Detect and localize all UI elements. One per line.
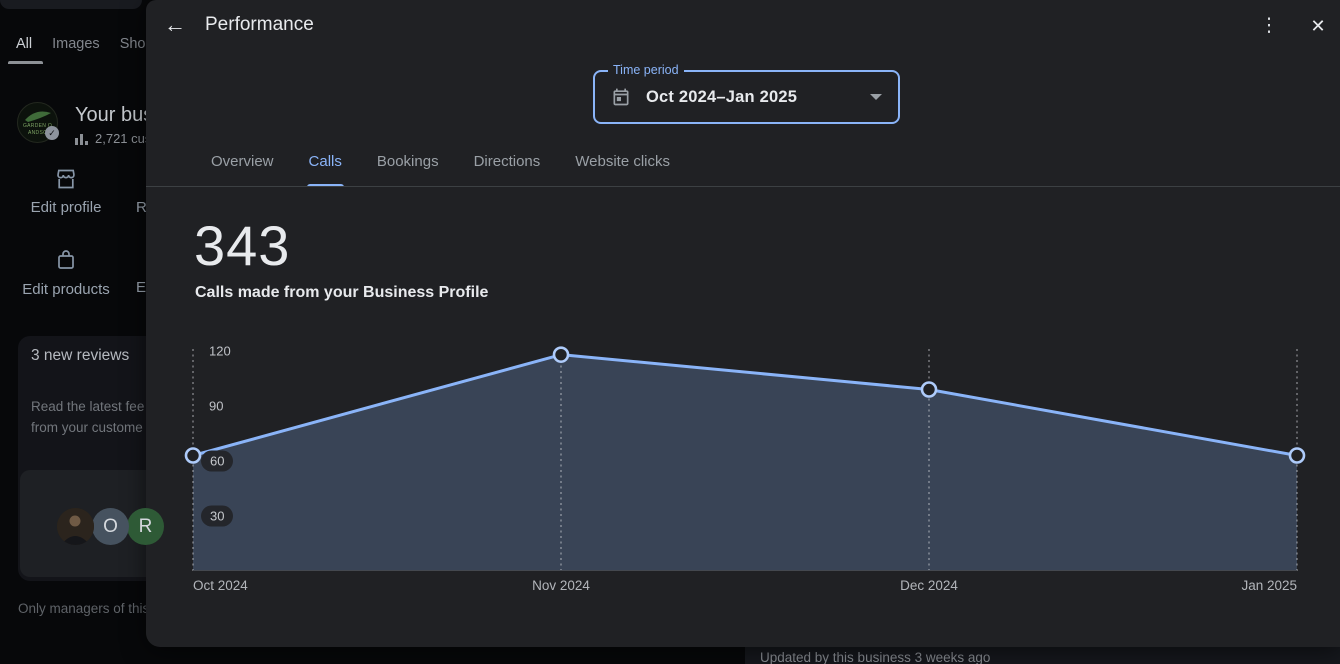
reviewer-avatar-initial-r: R [127,508,164,545]
edit-products-button[interactable]: Edit products [0,248,132,298]
search-result-tabs: All Images Sho [16,36,146,52]
area-fill [193,355,1297,571]
metric-total: 343 [194,213,290,278]
updated-note-card: Updated by this business 3 weeks ago [745,646,1340,664]
performance-dialog: ← Performance ⋮ ✕ Time period Oct 2024–J… [146,0,1340,647]
time-period-label: Time period [608,63,684,77]
more-menu-button[interactable]: ⋮ [1255,11,1283,41]
y-tick-60: 60 [201,451,233,472]
edit-products-label: Edit products [22,281,110,298]
y-tick-120: 120 [209,344,231,359]
time-period-select[interactable]: Time period Oct 2024–Jan 2025 [593,70,900,124]
reviews-body-line1: Read the latest fee [31,396,144,417]
shopping-bag-icon [54,248,78,272]
close-button[interactable]: ✕ [1304,11,1332,41]
x-label-dec: Dec 2024 [864,578,994,593]
calls-chart: 120 90 60 30 Oct 2024 Nov 2024 Dec 2024 … [193,345,1297,593]
x-label-oct: Oct 2024 [193,578,323,593]
edit-profile-label: Edit profile [31,199,102,216]
business-stats[interactable]: 2,721 cust [75,131,155,146]
data-point-jan-2025[interactable] [1290,449,1304,463]
page: All Images Sho GARDEN O ANDSC ✓ Your bus… [0,0,1340,664]
data-point-oct-2024[interactable] [186,449,200,463]
search-tab-all[interactable]: All [16,36,32,52]
tab-overview[interactable]: Overview [209,150,276,187]
calendar-icon [611,87,631,107]
clipped-shortcut-label-2: E [136,279,146,296]
tabs-divider [146,186,1340,187]
search-tab-shopping[interactable]: Sho [120,36,146,52]
tab-bookings[interactable]: Bookings [375,150,441,187]
metric-tabs: Overview Calls Bookings Directions Websi… [209,150,672,187]
tab-website-clicks[interactable]: Website clicks [573,150,672,187]
bar-chart-icon [75,132,89,145]
data-point-dec-2024[interactable] [922,383,936,397]
chevron-down-icon [870,94,882,100]
time-period-value: Oct 2024–Jan 2025 [646,88,797,107]
data-point-nov-2024[interactable] [554,348,568,362]
active-tab-underline [8,61,43,64]
search-bar-remnant [0,0,142,9]
reviews-body-line2: from your custome [31,417,144,438]
back-button[interactable]: ← [161,10,189,40]
business-name: Your bus [75,104,153,127]
dialog-title: Performance [205,14,314,36]
reviews-card-title: 3 new reviews [31,347,129,365]
verified-badge-icon: ✓ [45,126,59,140]
x-label-nov: Nov 2024 [496,578,626,593]
updated-note-text: Updated by this business 3 weeks ago [760,650,990,664]
managers-footnote: Only managers of this pr [18,601,165,616]
reviewer-avatar-photo [57,508,94,545]
search-tab-images[interactable]: Images [52,36,100,52]
tab-calls[interactable]: Calls [307,150,344,187]
person-photo [57,508,94,545]
y-tick-30: 30 [201,506,233,527]
storefront-icon [53,168,79,190]
reviews-card-body: Read the latest fee from your custome [31,396,144,438]
tab-directions[interactable]: Directions [472,150,543,187]
edit-profile-button[interactable]: Edit profile [0,168,132,216]
chart-plot [193,345,1297,571]
x-label-jan: Jan 2025 [1167,578,1297,593]
reviewer-avatar-initial-o: O [92,508,129,545]
metric-description: Calls made from your Business Profile [195,284,488,302]
y-tick-90: 90 [209,399,223,414]
